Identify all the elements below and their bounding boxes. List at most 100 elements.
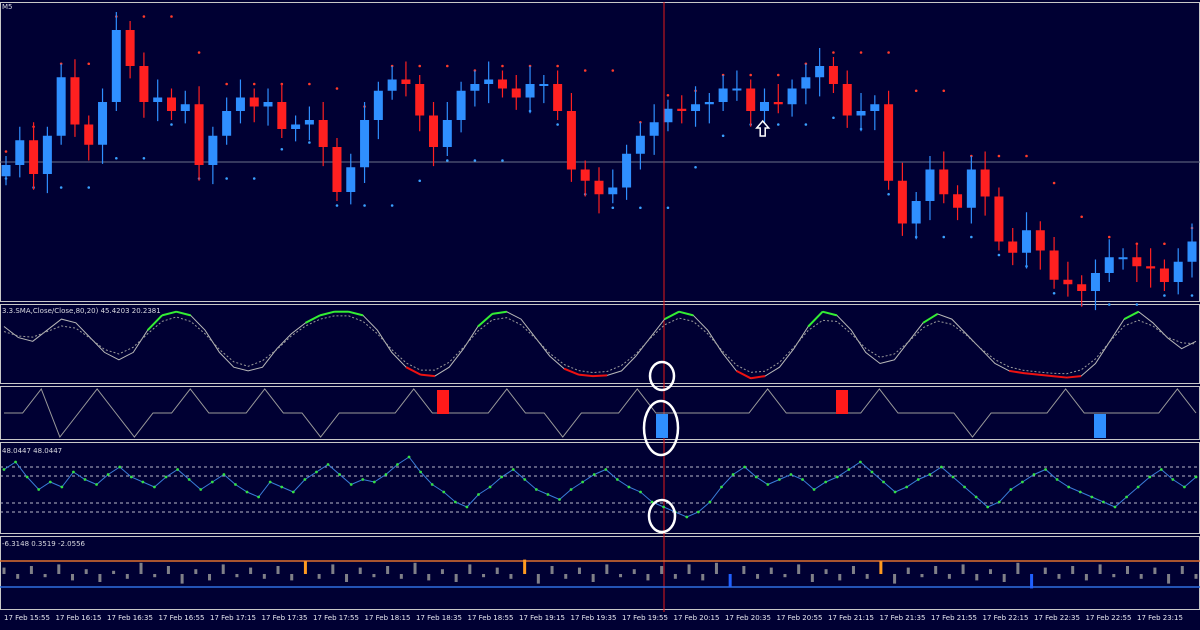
candle-body (318, 120, 328, 147)
candle-body (1022, 230, 1032, 253)
support-dot (501, 159, 504, 162)
candle-body (539, 84, 549, 86)
histogram-bar (262, 574, 266, 579)
oscillator-line-point (1055, 478, 1059, 481)
histogram-bar (166, 566, 170, 574)
oscillator-line-point (951, 475, 955, 479)
histogram-bar (98, 574, 102, 582)
candle-body (222, 111, 232, 136)
histogram-bar (482, 574, 486, 578)
stochastic-label: 3.3.SMA,Close/Close,80,20) 45.4203 20.23… (2, 307, 161, 315)
resistance-dot (501, 64, 504, 68)
time-tick-label: 17 Feb 16:35 (107, 614, 153, 622)
oscillator-line-point (118, 465, 122, 469)
candle-body (815, 66, 825, 78)
oscillator-line-point (72, 470, 75, 474)
oscillator-line-point (234, 483, 237, 486)
support-dot (1135, 303, 1139, 306)
oscillator-line-point (835, 475, 839, 479)
histogram-bar (660, 566, 664, 574)
oscillator-line-point (291, 490, 295, 494)
resistance-dot (1025, 154, 1028, 158)
time-tick-label: 17 Feb 21:35 (879, 614, 926, 622)
histogram-bar (728, 574, 732, 587)
histogram-bar (619, 574, 623, 578)
candle-body (304, 120, 314, 125)
support-dot (308, 141, 311, 144)
candle-body (691, 104, 701, 111)
histogram-bar (84, 569, 88, 574)
histogram-bar (139, 562, 143, 574)
signal-marker-2 (836, 390, 848, 414)
candle-body (277, 102, 287, 129)
candle-body (29, 140, 39, 174)
resistance-dot (1052, 181, 1056, 185)
candle-body (1077, 284, 1087, 291)
oscillator-line-point (60, 485, 64, 489)
time-tick-label: 17 Feb 19:55 (622, 614, 668, 622)
support-dot (170, 123, 173, 126)
histogram-bar (208, 574, 212, 581)
candle-body (1159, 268, 1169, 282)
resistance-dot (4, 150, 8, 153)
support-dot (473, 159, 477, 162)
candle-body (42, 135, 52, 174)
candle-body (787, 88, 797, 105)
oscillator-line-point (812, 488, 816, 491)
oscillator-line-point (2, 468, 6, 471)
oscillator-line-point (1113, 505, 1117, 509)
candle-body (897, 180, 907, 224)
resistance-dot (556, 64, 559, 68)
support-dot (418, 179, 422, 183)
oscillator-line-point (465, 505, 469, 509)
oscillator-line-point (153, 485, 156, 489)
oscillator-line-point (685, 515, 689, 519)
time-tick-label: 17 Feb 22:35 (1034, 614, 1080, 622)
candle-body (663, 108, 673, 123)
candle-body (360, 120, 370, 168)
time-tick-label: 17 Feb 21:55 (931, 614, 977, 622)
candle-body (746, 88, 756, 111)
oscillator-line-point (1078, 490, 1082, 494)
time-tick-label: 17 Feb 18:35 (416, 614, 462, 622)
oscillator-line-point (916, 478, 920, 481)
candle-body (622, 153, 632, 188)
time-tick-label: 17 Feb 15:55 (4, 614, 50, 622)
time-tick-label: 17 Feb 21:15 (828, 614, 874, 622)
oscillator-line-point (349, 483, 353, 486)
oscillator-line-point (106, 473, 110, 476)
oscillator-line-point (731, 473, 735, 476)
oscillator-line-point (534, 488, 538, 491)
oscillator-line-point (1183, 485, 1186, 489)
candle-body (677, 108, 687, 111)
resistance-dot (776, 73, 780, 77)
resistance-dot (197, 51, 201, 54)
main-price-panel[interactable] (0, 0, 1200, 630)
histogram-bar (16, 574, 20, 579)
resistance-dot (1163, 242, 1166, 246)
candle-body (1063, 279, 1073, 285)
histogram-bar (523, 559, 527, 574)
histogram-bar (1139, 574, 1143, 579)
time-tick-label: 17 Feb 19:35 (570, 614, 617, 622)
candle-body (939, 169, 949, 195)
candle-body (1090, 273, 1100, 291)
candle-body (1049, 250, 1059, 280)
histogram-bar (386, 566, 390, 574)
oscillator-line-point (396, 463, 399, 466)
oscillator-line-point (37, 488, 41, 491)
oscillator-line-point (639, 490, 642, 494)
candle-body (1173, 261, 1183, 282)
histogram-bar (454, 574, 458, 582)
histogram-bar (303, 561, 307, 574)
oscillator-line-point (361, 478, 365, 481)
support-dot (225, 177, 228, 180)
signal-marker-1 (656, 414, 668, 438)
candle-body (139, 66, 149, 102)
oscillator-line-point (407, 455, 411, 459)
oscillator-line-point (939, 465, 943, 469)
candle-body (1035, 230, 1045, 251)
candle-body (1146, 266, 1156, 269)
histogram-bar (290, 574, 294, 581)
candle-body (801, 77, 811, 89)
